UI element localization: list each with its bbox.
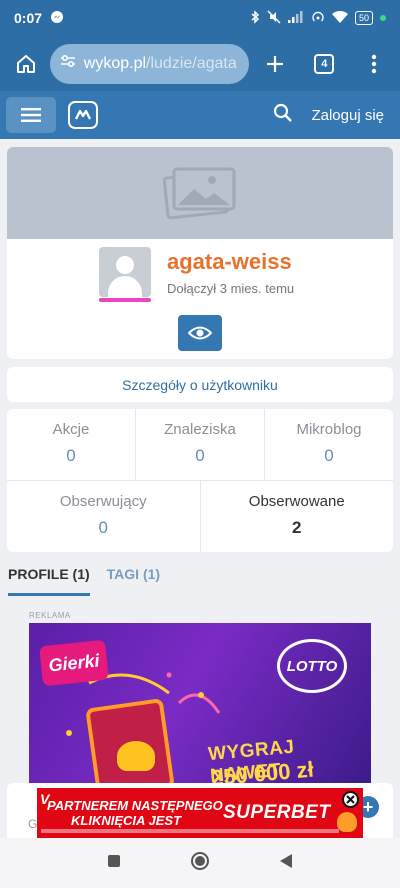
stat-microblog[interactable]: Mikroblog 0: [265, 409, 393, 480]
plus-icon: [266, 55, 283, 72]
user-info: agata-weiss Dołączył 3 mies. temu: [167, 249, 294, 296]
stats-card: Akcje 0 Znaleziska 0 Mikroblog 0 Obserwu…: [7, 409, 393, 552]
url-path: /ludzie/agata: [146, 54, 237, 72]
stat-followers[interactable]: Obserwujący 0: [7, 481, 201, 552]
stat-label: Znaleziska: [164, 421, 236, 438]
bluetooth-icon: [250, 9, 260, 27]
pointing-hand-icon: [337, 812, 357, 832]
privacy-indicator-icon: [380, 15, 386, 21]
stat-label: Obserwujący: [59, 493, 147, 510]
site-settings-icon[interactable]: [60, 54, 76, 73]
circle-icon: [190, 851, 209, 870]
profile-cover: [7, 147, 393, 239]
tabs-count: 4: [314, 53, 335, 74]
tab-switcher-button[interactable]: 4: [306, 46, 342, 82]
status-time: 0:07: [14, 10, 43, 26]
gierki-logo: Gierki: [39, 639, 109, 687]
search-icon: [274, 103, 293, 122]
messenger-icon: [50, 10, 64, 27]
battery-icon: 50: [354, 11, 373, 25]
stats-row: Akcje 0 Znaleziska 0 Mikroblog 0: [7, 409, 393, 481]
new-tab-button[interactable]: [257, 46, 293, 82]
hamburger-menu-button[interactable]: [6, 97, 56, 133]
site-header: Zaloguj się: [0, 91, 400, 139]
stat-label: Akcje: [52, 421, 90, 438]
stats-row: Obserwujący 0 Obserwowane 2: [7, 481, 393, 552]
stat-value: 2: [292, 518, 302, 537]
ad-trophy-icon: [117, 741, 155, 771]
ad-fine-print: [41, 829, 339, 833]
more-vertical-icon: [371, 54, 377, 73]
stat-actions[interactable]: Akcje 0: [7, 409, 136, 480]
logo-icon: [74, 109, 92, 120]
stat-value: 0: [66, 446, 76, 465]
eye-icon: [188, 326, 212, 340]
join-date: Dołączył 3 mies. temu: [167, 281, 295, 296]
system-navigation-bar: [0, 838, 400, 888]
profile-identity: agata-weiss Dołączył 3 mies. temu: [99, 247, 294, 297]
login-link[interactable]: Zaloguj się: [311, 107, 384, 124]
search-button[interactable]: [273, 103, 293, 128]
address-bar[interactable]: wykop.pl/ludzie/agata: [49, 43, 249, 84]
hotspot-icon: [311, 10, 325, 27]
wifi-icon: [331, 10, 348, 26]
hamburger-icon: [21, 108, 41, 122]
strip-text: G: [28, 817, 38, 831]
stat-value: 0: [98, 518, 108, 537]
back-triangle-icon: [280, 853, 293, 868]
square-icon: [107, 854, 120, 867]
ad-label: REKLAMA: [29, 611, 71, 620]
stat-following[interactable]: Obserwowane 2: [201, 481, 394, 552]
home-button[interactable]: [8, 46, 44, 82]
home-nav-button[interactable]: [190, 851, 210, 876]
sticky-ad-line1: PARTNEREM NASTĘPNEGO: [47, 798, 223, 813]
stat-label: Mikroblog: [296, 421, 362, 438]
recents-button[interactable]: [107, 854, 121, 873]
sticky-ad-line2: KLIKNIĘCIA JEST: [71, 813, 182, 828]
back-button[interactable]: [279, 853, 293, 874]
stat-findings[interactable]: Znaleziska 0: [136, 409, 265, 480]
stat-value: 0: [195, 446, 205, 465]
tab-profiles[interactable]: PROFILE (1): [8, 566, 90, 596]
sticky-ad-banner[interactable]: V PARTNEREM NASTĘPNEGO KLIKNIĘCIA JEST S…: [37, 788, 363, 839]
user-details-button[interactable]: Szczegóły o użytkowniku: [7, 367, 393, 402]
wykop-logo[interactable]: [68, 101, 98, 129]
close-ad-button[interactable]: [342, 791, 359, 808]
image-placeholder-icon: [162, 167, 236, 220]
lotto-logo: LOTTO: [277, 639, 347, 693]
profile-card: agata-weiss Dołączył 3 mies. temu: [7, 147, 393, 359]
close-icon: [346, 795, 355, 804]
browser-menu-button[interactable]: [356, 46, 392, 82]
url-host: wykop.pl: [83, 54, 147, 72]
observe-button[interactable]: [178, 315, 222, 351]
profile-tabs: PROFILE (1) TAGI (1): [8, 566, 177, 596]
avatar-color-bar: [99, 298, 151, 302]
stat-value: 0: [324, 446, 334, 465]
browser-toolbar: wykop.pl/ludzie/agata 4: [0, 36, 400, 91]
stat-label: Obserwowane: [248, 493, 345, 510]
tab-tags[interactable]: TAGI (1): [107, 566, 160, 596]
signal-icon: [287, 10, 304, 26]
home-icon: [16, 54, 35, 73]
username: agata-weiss: [167, 249, 292, 274]
avatar[interactable]: [99, 247, 151, 297]
mute-icon: [267, 9, 281, 27]
superbet-brand: SUPERBET: [223, 802, 331, 823]
ad-banner[interactable]: Gierki LOTTO WYGRAJ NAWET 250 000 zł: [29, 623, 371, 783]
status-bar: 0:07 50: [0, 0, 400, 36]
